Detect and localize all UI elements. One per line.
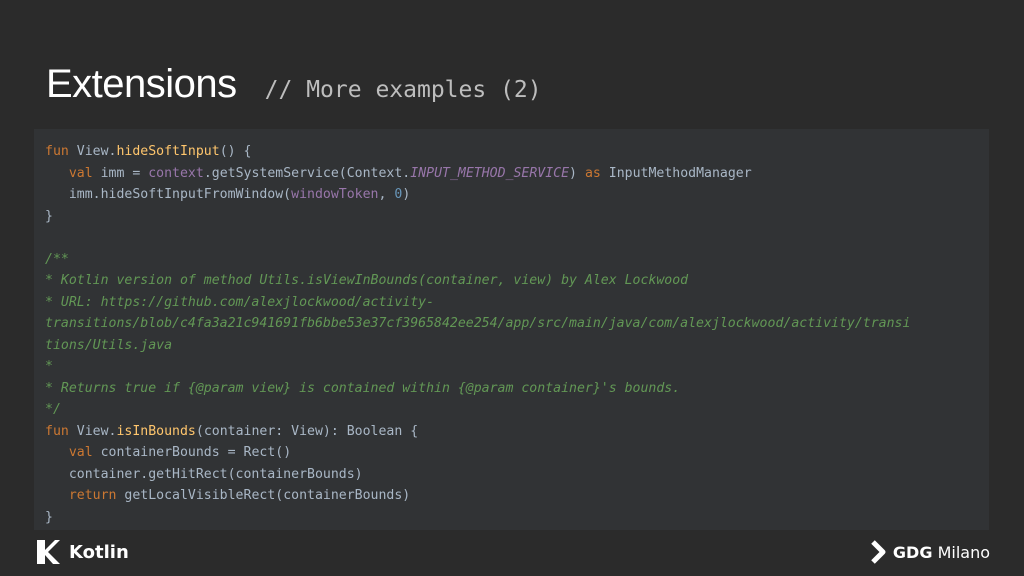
slide-header: Extensions // More examples (2) bbox=[46, 62, 542, 110]
code-line: * Kotlin version of method Utils.isViewI… bbox=[45, 270, 985, 292]
code-token: getLocalVisibleRect(containerBounds) bbox=[124, 488, 411, 503]
code-panel: fun View.hideSoftInput() { val imm = con… bbox=[34, 129, 989, 530]
code-token: ) bbox=[569, 165, 585, 181]
code-token: isInBounds bbox=[116, 423, 196, 439]
code-token: (container: View): Boolean { bbox=[195, 423, 419, 439]
code-token: .getSystemService(Context. bbox=[203, 165, 411, 181]
code-token: val bbox=[68, 445, 101, 460]
code-token: windowToken bbox=[291, 187, 379, 202]
gdg-label-strong: GDG bbox=[892, 542, 933, 562]
kotlin-label: Kotlin bbox=[69, 541, 129, 563]
code-token: imm.hideSoftInputFromWindow( bbox=[45, 187, 292, 202]
slide-title: Extensions bbox=[46, 62, 237, 106]
code-line: */ bbox=[45, 399, 985, 421]
code-token: context bbox=[148, 165, 204, 181]
gdg-brand: GDG Milano bbox=[869, 540, 990, 564]
code-token: containerBounds = Rect() bbox=[100, 445, 292, 460]
code-token: val bbox=[68, 165, 101, 181]
code-token: } bbox=[45, 208, 53, 224]
slide-subtitle: // More examples (2) bbox=[264, 77, 542, 103]
code-line: } bbox=[45, 206, 985, 228]
code-token: * URL: https://github.com/alexjlockwood/… bbox=[45, 294, 435, 310]
code-token: * bbox=[45, 359, 53, 374]
code-line: } bbox=[45, 507, 985, 529]
code-token: } bbox=[45, 509, 53, 525]
code-line: transitions/blob/c4fa3a21c941691fb6bbe53… bbox=[45, 313, 985, 335]
code-line: imm.hideSoftInputFromWindow(windowToken,… bbox=[45, 184, 985, 206]
code-token: * Returns true if {@param view} is conta… bbox=[45, 380, 681, 396]
code-token: () { bbox=[219, 144, 252, 159]
kotlin-brand: Kotlin bbox=[35, 538, 129, 566]
code-line: * bbox=[45, 356, 985, 378]
code-token: INPUT_METHOD_SERVICE bbox=[410, 165, 570, 181]
code-line: * Returns true if {@param view} is conta… bbox=[45, 378, 985, 400]
gdg-chevron-icon bbox=[871, 540, 886, 564]
code-block: fun View.hideSoftInput() { val imm = con… bbox=[45, 141, 985, 528]
code-line: val imm = context.getSystemService(Conte… bbox=[45, 163, 985, 185]
code-token: hideSoftInput bbox=[116, 144, 220, 159]
code-token: imm = bbox=[100, 165, 149, 181]
code-line: * URL: https://github.com/alexjlockwood/… bbox=[45, 292, 985, 314]
code-token: * Kotlin version of method Utils.isViewI… bbox=[45, 273, 689, 288]
code-token: /** bbox=[45, 251, 69, 267]
code-token: return bbox=[68, 488, 125, 503]
code-token: as bbox=[584, 165, 609, 181]
code-token: tions/Utils.java bbox=[45, 337, 173, 353]
code-line: /** bbox=[45, 249, 985, 271]
code-token: InputMethodManager bbox=[608, 165, 752, 181]
kotlin-logo-icon bbox=[37, 540, 60, 564]
code-token: container.getHitRect(containerBounds) bbox=[45, 466, 363, 482]
code-line: tions/Utils.java bbox=[45, 335, 985, 357]
code-token: fun bbox=[45, 144, 77, 159]
code-token: View. bbox=[76, 423, 117, 439]
code-token: fun bbox=[45, 423, 77, 439]
code-token: , bbox=[378, 187, 395, 202]
code-token: */ bbox=[45, 402, 61, 417]
code-token: View. bbox=[76, 144, 117, 159]
code-line: return getLocalVisibleRect(containerBoun… bbox=[45, 485, 985, 507]
code-line: fun View.isInBounds(container: View): Bo… bbox=[45, 421, 985, 443]
code-line: val containerBounds = Rect() bbox=[45, 442, 985, 464]
code-line: container.getHitRect(containerBounds) bbox=[45, 464, 985, 486]
code-token: ) bbox=[402, 187, 411, 202]
code-token: transitions/blob/c4fa3a21c941691fb6bbe53… bbox=[45, 316, 911, 331]
code-line: fun View.hideSoftInput() { bbox=[45, 141, 985, 163]
gdg-label-city: Milano bbox=[937, 542, 990, 562]
